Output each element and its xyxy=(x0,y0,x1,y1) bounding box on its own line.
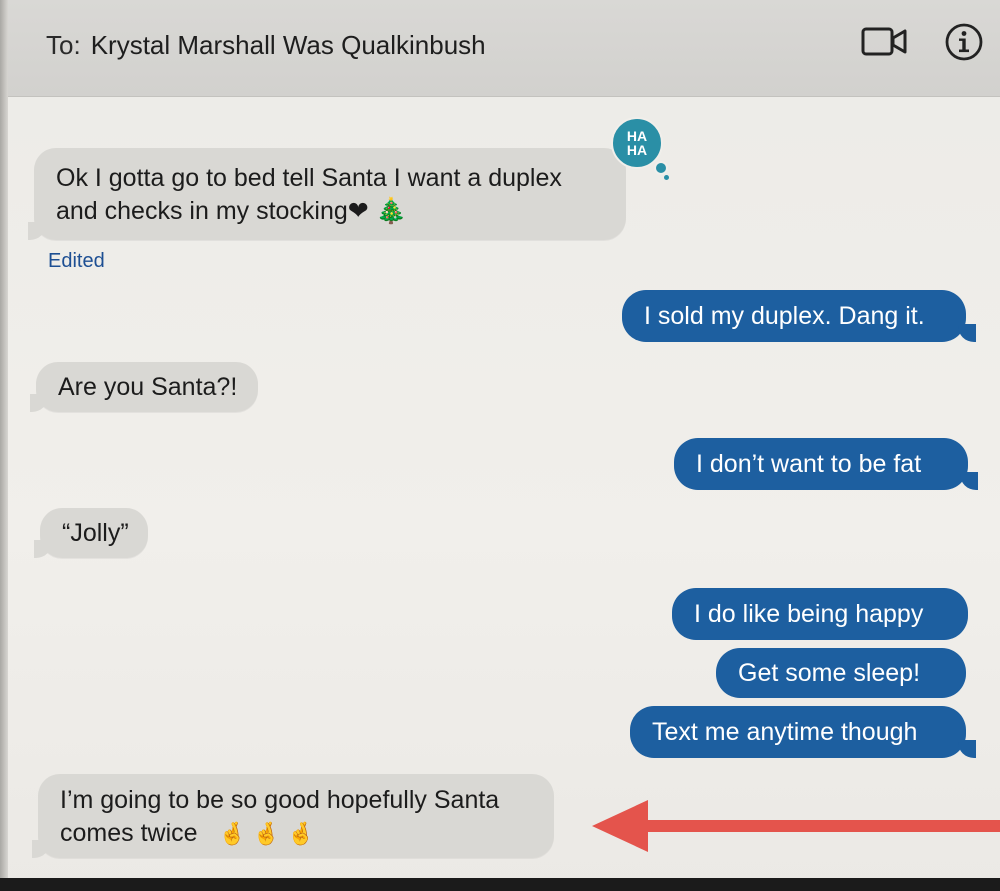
outgoing-message[interactable]: I sold my duplex. Dang it. xyxy=(622,290,966,342)
recipient-name: Krystal Marshall Was Qualkinbush xyxy=(90,30,486,60)
to-label: To: xyxy=(46,30,81,60)
info-icon[interactable] xyxy=(943,21,985,63)
outgoing-message[interactable]: I don’t want to be fat xyxy=(674,438,968,490)
incoming-message[interactable]: Are you Santa?! xyxy=(36,362,258,412)
reaction-label: HA xyxy=(626,128,648,144)
message-text: I do like being happy xyxy=(694,600,924,628)
message-text: I sold my duplex. Dang it. xyxy=(644,302,925,330)
outgoing-message[interactable]: I do like being happy xyxy=(672,588,968,640)
recipient-line[interactable]: To: Krystal Marshall Was Qualkinbush xyxy=(46,30,486,61)
message-line: comes twice 🤞 🤞 🤞 xyxy=(60,817,532,851)
red-arrow-annotation xyxy=(592,800,1000,852)
message-text: Are you Santa?! xyxy=(58,373,238,401)
bottom-edge xyxy=(0,878,1000,891)
conversation-header: To: Krystal Marshall Was Qualkinbush xyxy=(8,0,1000,97)
message-text: “Jolly” xyxy=(62,519,129,547)
edited-status[interactable]: Edited xyxy=(48,250,105,273)
reaction-tail-dot xyxy=(664,175,669,180)
incoming-message[interactable]: Ok I gotta go to bed tell Santa I want a… xyxy=(34,148,626,240)
message-text: Text me anytime though xyxy=(652,718,918,746)
outgoing-message[interactable]: Get some sleep! xyxy=(716,648,966,698)
messages-window: To: Krystal Marshall Was Qualkinbush Ok I… xyxy=(0,0,1000,891)
bubble-tail xyxy=(30,394,48,412)
bubble-tail xyxy=(32,840,50,858)
incoming-message[interactable]: “Jolly” xyxy=(40,508,148,558)
haha-reaction-badge[interactable]: HA HA xyxy=(611,117,663,169)
bubble-tail xyxy=(958,740,976,758)
video-camera-icon[interactable] xyxy=(860,24,908,60)
message-text: comes twice xyxy=(60,819,198,847)
message-line: and checks in my stocking❤ 🎄 xyxy=(56,197,407,225)
bubble-tail xyxy=(960,472,978,490)
message-text: I don’t want to be fat xyxy=(696,450,922,478)
message-line: I’m going to be so good hopefully Santa xyxy=(60,786,500,814)
bubble-tail xyxy=(958,324,976,342)
bubble-tail xyxy=(28,222,46,240)
message-line: Ok I gotta go to bed tell Santa I want a… xyxy=(56,164,562,192)
outgoing-message[interactable]: Text me anytime though xyxy=(630,706,966,758)
incoming-message[interactable]: I’m going to be so good hopefully Santa … xyxy=(38,774,554,858)
reaction-label: HA xyxy=(626,142,648,158)
bubble-tail xyxy=(34,540,52,558)
crossed-fingers-emoji: 🤞 🤞 🤞 xyxy=(218,822,315,847)
reaction-tail-dot xyxy=(654,161,668,175)
message-text: Get some sleep! xyxy=(738,659,921,687)
window-edge xyxy=(0,0,8,891)
